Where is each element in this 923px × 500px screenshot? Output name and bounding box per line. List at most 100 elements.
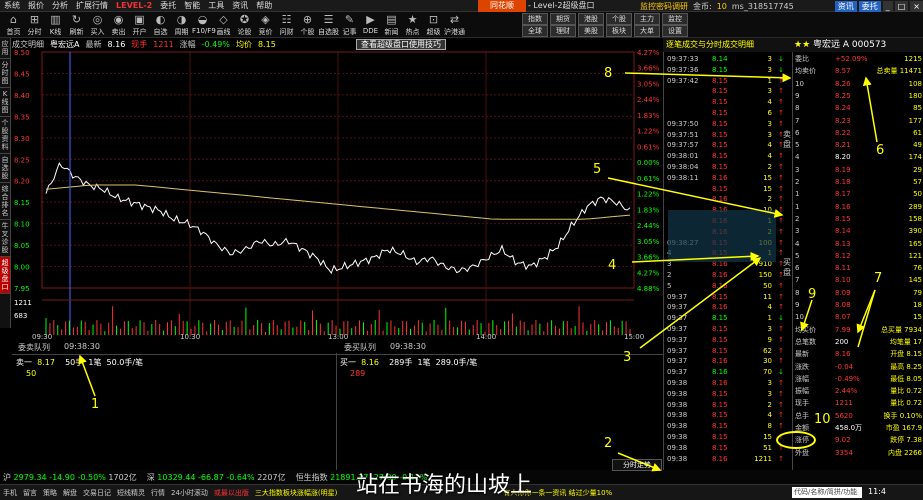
quote-row[interactable]: 2 8.15 158 [793,214,923,224]
tick-row[interactable]: 2 8.16 150 ↑ [664,270,784,280]
quote-row[interactable]: 6 8.22 61 [793,128,923,138]
tick-row[interactable]: 09:37 8.15 1 ↓ [664,313,784,323]
toolbar-button[interactable]: ⌂ 首页 [3,13,24,37]
quote-row[interactable]: 金额 458.0万 市盈 167.9 [793,423,923,433]
toolbar-button[interactable]: ✪ 论股 [234,13,255,37]
quick-nav-button[interactable]: 板块 [606,25,632,37]
tick-row[interactable]: 5 8.16 50 ↑ [664,281,784,291]
toolbar-button[interactable]: ▣ 开户 [129,13,150,37]
trade-button[interactable]: 委托 [858,0,881,12]
side-tab[interactable]: 自选股 [0,154,10,183]
account-label[interactable]: 监控密码调研 [640,1,688,12]
tab-intraday[interactable]: 分时走势 [612,459,662,471]
quote-row[interactable]: 均买价 7.99 总买量 7934 [793,325,923,335]
quick-nav-button[interactable]: 理财 [550,25,576,37]
quote-row[interactable]: 委比 +52.09% 1215 [793,54,923,64]
tick-row[interactable]: 09:38 8.15 2 ↑ [664,400,784,410]
tick-row[interactable]: 09:37 8.16 30 ↑ [664,356,784,366]
tick-row[interactable]: 09:38:01 8.15 4 ↑ [664,151,784,161]
quick-nav-button[interactable]: 美股 [578,25,604,37]
tick-row[interactable]: 09:38 8.15 8 ↑ [664,421,784,431]
quote-row[interactable]: 总笔数 200 均笔量 17 [793,337,923,347]
menu-item[interactable]: 工具 [204,0,228,11]
index-item[interactable]: 深 10329.44 -66.87 -0.64% 2207亿 [147,472,286,483]
news-ticker-1[interactable]: 或最以出版 [214,488,249,498]
quick-nav-button[interactable]: 设置 [662,25,688,37]
toolbar-button[interactable]: ◐ 自选 [150,13,171,37]
minimize-icon[interactable]: _ [882,0,893,12]
tick-row[interactable]: 09:37:50 8.15 3 ↑ [664,119,784,129]
quick-nav-button[interactable]: 指数 [522,13,548,25]
quote-row[interactable]: 1 8.16 289 [793,202,923,212]
quote-row[interactable]: 5 8.12 121 [793,251,923,261]
tick-row[interactable]: 09:37 8.15 9 ↑ [664,335,784,345]
toolbar-button[interactable]: ◎ 买入 [87,13,108,37]
quote-row[interactable]: 总手 5620 换手 0.10% [793,411,923,421]
quote-row[interactable]: 现手 1211 量比 0.72 [793,398,923,408]
queue-splitter[interactable] [336,353,337,470]
quote-row[interactable]: 9 8.25 180 [793,91,923,101]
tick-row[interactable]: 8.15 15 ↑ [664,184,784,194]
close-icon[interactable]: × [910,0,923,12]
quote-row[interactable]: 外盘 3354 内盘 2266 [793,448,923,458]
tick-row[interactable]: 09:37:33 8.14 3 ↓ [664,54,784,64]
toolbar-button[interactable]: ✎ 记事 [339,13,360,37]
quote-row[interactable]: 4 8.20 174 [793,152,923,162]
buy-queue-row[interactable]: 买一 8.16 289手 1笔 289.0手/笔 [340,357,477,368]
tick-row[interactable]: 8.15 6 ↑ [664,108,784,118]
quote-row[interactable]: 均卖价 8.57 总卖量 11471 [793,66,923,76]
menu-item[interactable]: 委托 [156,0,180,11]
side-tab[interactable]: 应用 [0,38,10,59]
status-link[interactable]: 行情 [151,488,165,498]
tick-row[interactable]: 09:37 8.16 4 ↑ [664,302,784,312]
status-link[interactable]: 解盘 [63,488,77,498]
maximize-icon[interactable]: □ [894,0,909,12]
toolbar-button[interactable]: ↻ 刷新 [66,13,87,37]
tick-row[interactable]: 09:38:11 8.16 15 ↑ [664,173,784,183]
quick-nav-button[interactable]: 主力 [634,13,660,25]
toolbar-button[interactable]: ☰ 自选股 [318,13,339,37]
status-link[interactable]: 策略 [43,488,57,498]
tick-row[interactable]: 09:38 8.15 4 ↑ [664,410,784,420]
menu-item[interactable]: 分析 [48,0,72,11]
tick-row[interactable]: 09:38 8.16 3 ↑ [664,378,784,388]
menu-item[interactable]: 资讯 [228,0,252,11]
tick-row[interactable]: 09:37 8.15 62 ↑ [664,346,784,356]
side-tab[interactable]: 个股资料 [0,117,10,154]
menu-item[interactable]: 智能 [180,0,204,11]
quote-row[interactable]: 2 8.18 57 [793,177,923,187]
tick-row[interactable]: 09:38 8.15 3 ↑ [664,389,784,399]
news-ticker-2[interactable]: 三大指数板块涨幅涨(明星) [255,488,337,498]
tick-row[interactable]: 09:37 8.15 11 ↑ [664,292,784,302]
quote-row[interactable]: 8 8.24 85 [793,103,923,113]
toolbar-button[interactable]: ⊕ 个股 [297,13,318,37]
status-link[interactable]: 交易日记 [83,488,111,498]
tick-row[interactable]: 8.16 2 ↑ [664,194,784,204]
quote-row[interactable]: 振幅 2.44% 量比 0.72 [793,386,923,396]
status-link[interactable]: 24小时滚动 [171,488,208,498]
side-tab[interactable]: 分时图 [0,59,10,88]
star-icon[interactable]: ★★ [794,40,810,50]
quick-nav-button[interactable]: 期货 [550,13,576,25]
menu-item[interactable]: LEVEL-2 [112,1,156,10]
side-tab[interactable]: K线图 [0,88,10,117]
tick-row[interactable]: 8.15 3 ↑ [664,86,784,96]
toolbar-button[interactable]: ⇄ 沪港通 [444,13,465,37]
toolbar-button[interactable]: ▶ DDE [360,13,381,37]
tick-row[interactable]: 09:37:57 8.15 4 ↑ [664,140,784,150]
tick-row[interactable]: 09:37:51 8.15 3 ↑ [664,130,784,140]
quote-row[interactable]: 3 8.19 29 [793,165,923,175]
buy-queue-item[interactable]: 289 [350,369,365,378]
toolbar-button[interactable]: ★ 热点 [402,13,423,37]
menu-item[interactable]: 帮助 [252,0,276,11]
tick-row[interactable]: 09:37 8.16 70 ↓ [664,367,784,377]
toolbar-button[interactable]: ◒ F10/F9 [192,13,216,37]
tick-row[interactable]: 09:38:04 8.15 2 ↑ [664,162,784,172]
quick-nav-button[interactable]: 大单 [634,25,660,37]
toolbar-button[interactable]: ⊡ 超级 [423,13,444,37]
quote-row[interactable]: 6 8.11 76 [793,263,923,273]
quote-row[interactable]: 7 8.10 145 [793,275,923,285]
quote-row[interactable]: 涨跌 -0.04 最高 8.25 [793,362,923,372]
menu-item[interactable]: 扩展行情 [72,0,112,11]
tick-row[interactable]: 09:38 8.15 51 ↑ [664,443,784,453]
